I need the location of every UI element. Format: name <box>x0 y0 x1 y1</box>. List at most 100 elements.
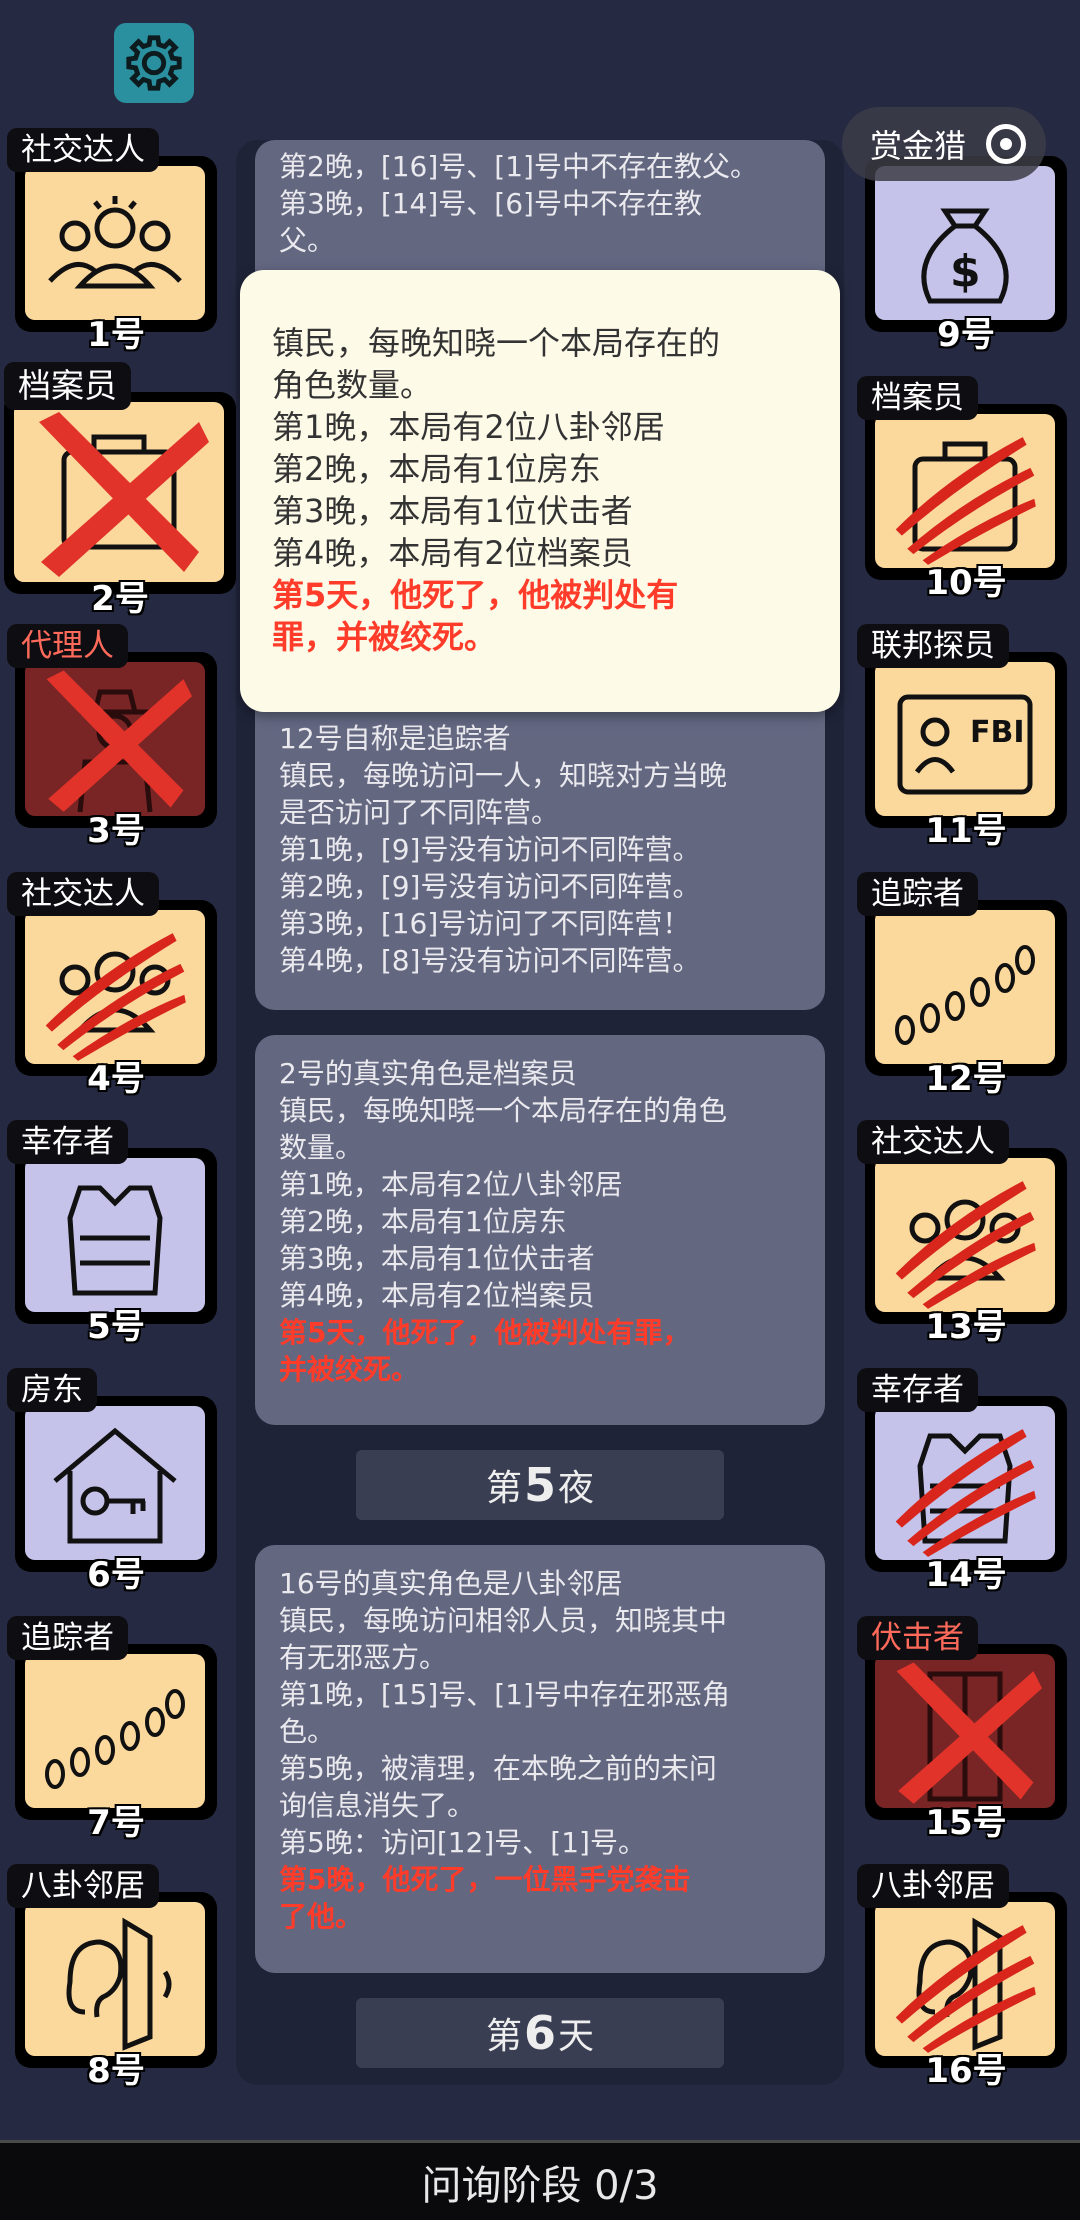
footprints-icon <box>45 1689 185 1789</box>
player-slot-14[interactable]: 幸存者 14号 <box>853 1368 1073 1595</box>
role-label: 幸存者 <box>857 1368 978 1412</box>
log-line: 询信息消失了。 <box>279 1789 476 1822</box>
log-line: 第3晚，[16]号访问了不同阵营！ <box>279 907 691 940</box>
player-card <box>4 392 236 594</box>
log-line: 镇民，每晚访问相邻人员，知晓其中 <box>279 1604 728 1637</box>
player-card <box>865 1148 1067 1324</box>
role-label: 联邦探员 <box>857 624 1009 668</box>
claw-mark-icon <box>895 437 1036 565</box>
player-slot-10[interactable]: 档案员 10号 <box>853 376 1073 603</box>
svg-text:$: $ <box>950 246 981 297</box>
player-slot-11[interactable]: FBI 联邦探员 11号 <box>853 624 1073 851</box>
log-line: 第3晚，本局有1位伏击者 <box>279 1242 595 1275</box>
player-slot-13[interactable]: 社交达人 13号 <box>853 1120 1073 1347</box>
ear-wall-icon <box>66 1917 172 2051</box>
eliminated-cross-icon <box>46 670 192 812</box>
player-number: 3号 <box>87 811 145 851</box>
death-line: 第5晚，他死了，一位黑手党袭击 <box>279 1863 691 1896</box>
footprints-icon <box>895 945 1035 1045</box>
popup-line: 第4晚，本局有2位档案员 <box>272 534 633 572</box>
money-bag-icon: $ <box>921 208 1009 304</box>
log-line: 色。 <box>279 1715 336 1748</box>
player-card <box>15 652 217 828</box>
claw-mark-icon <box>895 1429 1036 1557</box>
player-number: 12号 <box>925 1059 1007 1099</box>
player-number: 9号 <box>937 315 995 355</box>
player-slot-16[interactable]: 八卦邻居 16号 <box>853 1864 1073 2091</box>
role-label: 八卦邻居 <box>857 1864 1009 1908</box>
close-circle-icon[interactable] <box>986 124 1026 164</box>
claw-mark-icon <box>45 933 186 1061</box>
death-line: 了他。 <box>279 1900 364 1933</box>
phase-suffix: 天 <box>558 2016 595 2057</box>
log-line: 2号的真实角色是档案员 <box>279 1057 577 1090</box>
player-number: 15号 <box>925 1803 1007 1843</box>
phase-number: 6 <box>523 2006 556 2060</box>
popup-line: 第3晚，本局有1位伏击者 <box>272 492 633 530</box>
player-card <box>15 156 217 332</box>
popup-line: 角色数量。 <box>272 366 433 404</box>
player-number: 5号 <box>87 1307 145 1347</box>
log-line: 第3晚，[14]号、[6]号中不存在教 <box>279 187 702 220</box>
phase-suffix: 夜 <box>558 1468 595 1509</box>
player-slot-6[interactable]: 房东 6号 <box>3 1368 223 1595</box>
popup-line: 第1晚，本局有2位八卦邻居 <box>272 408 665 446</box>
player-card <box>865 1644 1067 1820</box>
player-slot-8[interactable]: 八卦邻居 8号 <box>3 1864 223 2091</box>
player-card <box>15 1892 217 2068</box>
socialite-people-icon <box>48 196 182 289</box>
player-number: 14号 <box>925 1555 1007 1595</box>
role-label: 幸存者 <box>7 1120 128 1164</box>
role-label: 社交达人 <box>7 872 159 916</box>
eliminated-cross-icon <box>896 1662 1042 1804</box>
role-label: 档案员 <box>4 362 131 410</box>
log-line: 第5晚，被清理，在本晚之前的未问 <box>279 1752 717 1785</box>
player-card <box>865 1892 1067 2068</box>
player-slot-4[interactable]: 社交达人 4号 <box>3 872 223 1099</box>
role-label: 社交达人 <box>857 1120 1009 1164</box>
player-slot-15[interactable]: 伏击者 15号 <box>853 1616 1073 1843</box>
player-slot-5[interactable]: 幸存者 5号 <box>3 1120 223 1347</box>
player-card: $ <box>865 156 1067 332</box>
player-slot-7[interactable]: 追踪者 7号 <box>3 1616 223 1843</box>
player-card <box>15 1148 217 1324</box>
player-number: 4号 <box>87 1059 145 1099</box>
player-slot-3[interactable]: 代理人 3号 <box>3 624 223 851</box>
death-line: 并被绞死。 <box>279 1353 420 1386</box>
popup-death-line: 第5天，他死了，他被判处有 <box>272 576 679 614</box>
player-number: 6号 <box>87 1555 145 1595</box>
player-card <box>15 1644 217 1820</box>
popup-line: 镇民，每晚知晓一个本局存在的 <box>272 324 721 362</box>
popup-line: 第2晚，本局有1位房东 <box>272 450 601 488</box>
role-label: 代理人 <box>7 624 128 668</box>
log-line: 12号自称是追踪者 <box>279 722 511 755</box>
log-line: 镇民，每晚知晓一个本局存在的角色 <box>279 1094 728 1127</box>
phase-label-day-6: 第6天 <box>356 1998 724 2068</box>
death-line: 第5天，他死了，他被判处有罪， <box>279 1316 691 1349</box>
player-number: 8号 <box>87 2051 145 2091</box>
mini-program-capsule[interactable]: 赏金猎 <box>842 107 1046 181</box>
player-card <box>15 900 217 1076</box>
phase-label-night-5: 第5夜 <box>356 1450 724 1520</box>
log-line: 第4晚，本局有2位档案员 <box>279 1279 595 1312</box>
log-line: 第4晚，[8]号没有访问不同阵营。 <box>279 944 701 977</box>
log-line: 第2晚，[9]号没有访问不同阵营。 <box>279 870 701 903</box>
role-info-popup[interactable]: 镇民，每晚知晓一个本局存在的 角色数量。 第1晚，本局有2位八卦邻居 第2晚，本… <box>240 270 840 712</box>
role-label: 档案员 <box>857 376 978 420</box>
log-card-archivist: 2号的真实角色是档案员 镇民，每晚知晓一个本局存在的角色 数量。 第1晚，本局有… <box>255 1035 825 1425</box>
log-line: 有无邪恶方。 <box>279 1641 448 1674</box>
player-slot-1[interactable]: 社交达人 1号 <box>3 128 223 355</box>
player-slot-2[interactable]: 档案员 2号 <box>0 362 240 619</box>
player-number: 2号 <box>91 579 149 619</box>
player-card <box>865 1396 1067 1572</box>
player-card <box>865 404 1067 580</box>
player-slot-12[interactable]: 追踪者 12号 <box>853 872 1073 1099</box>
log-line: 是否访问了不同阵营。 <box>279 796 560 829</box>
log-line: 数量。 <box>279 1131 364 1164</box>
settings-gear-button[interactable] <box>114 23 194 103</box>
log-line: 镇民，每晚访问一人，知晓对方当晚 <box>279 759 728 792</box>
log-line: 第1晚，本局有2位八卦邻居 <box>279 1168 623 1201</box>
role-label: 追踪者 <box>7 1616 128 1660</box>
role-label: 八卦邻居 <box>7 1864 159 1908</box>
phase-number: 5 <box>523 1458 556 1512</box>
